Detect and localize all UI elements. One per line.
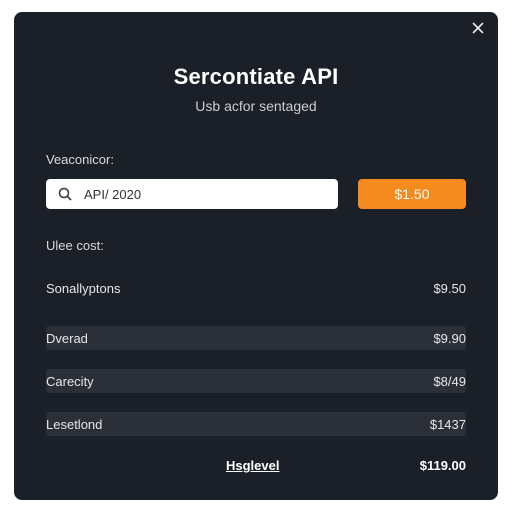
cost-row-value: $1437 — [429, 416, 466, 432]
search-input[interactable] — [82, 185, 306, 203]
cost-row-name: Lesetlond — [46, 416, 103, 432]
search-icon — [58, 187, 72, 201]
cost-row-value: $8/49 — [433, 373, 466, 389]
cost-row-name: Carecity — [46, 373, 94, 389]
api-cost-dialog: Sercontiate API Usb acfor sentaged Veaco… — [14, 12, 498, 500]
cost-row-value: $9.90 — [433, 330, 466, 346]
total-value: $119.00 — [419, 458, 466, 473]
total-footer: Hsglevel $119.00 — [46, 458, 466, 476]
total-label-link[interactable]: Hsglevel — [226, 458, 279, 473]
cost-row: Dverad $9.90 — [46, 326, 466, 350]
cost-row-name: Sonallyptons — [46, 280, 121, 296]
cost-row: Carecity $8/49 — [46, 369, 466, 393]
cost-row: Lesetlond $1437 — [46, 412, 466, 436]
search-field[interactable] — [46, 179, 338, 209]
cost-row-name: Dverad — [46, 330, 88, 346]
close-icon — [472, 22, 484, 34]
cost-label: Ulee cost: — [46, 238, 104, 253]
price-button[interactable]: $1.50 — [358, 179, 466, 209]
search-label: Veaconicor: — [46, 152, 114, 167]
dialog-title: Sercontiate API — [173, 64, 339, 89]
cost-row-value: $9.50 — [433, 280, 466, 296]
cost-row: Sonallyptons $9.50 — [46, 276, 466, 300]
close-button[interactable] — [468, 18, 488, 38]
dialog-subtitle: Usb acfor sentaged — [195, 98, 317, 114]
